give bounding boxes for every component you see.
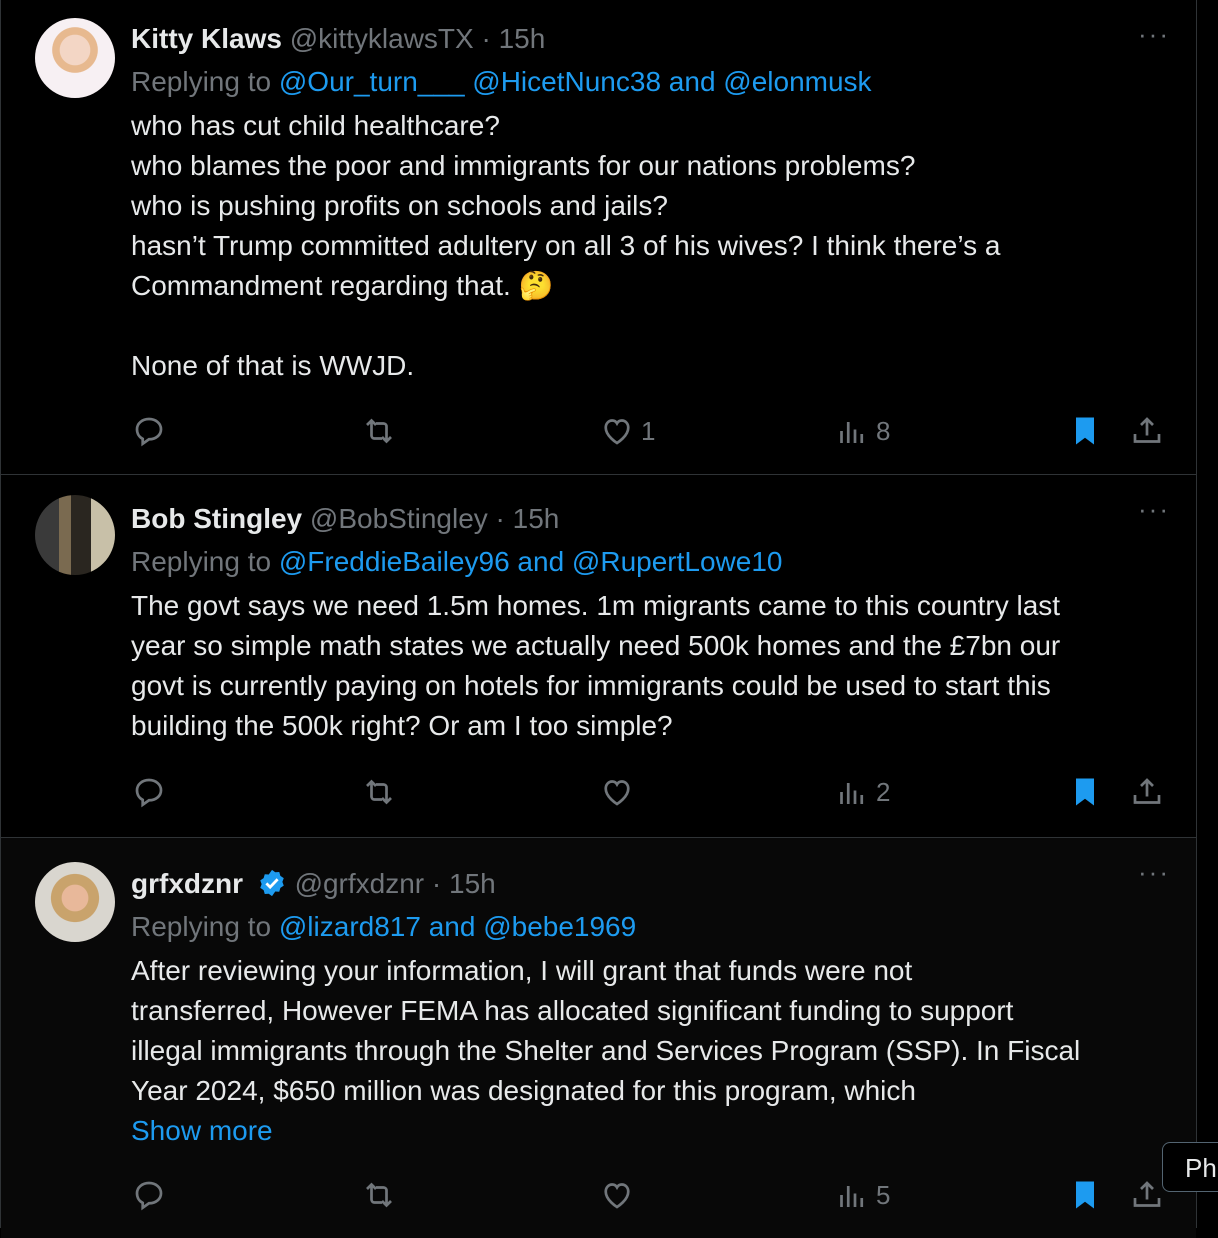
- tweet-text-line: Commandment regarding that. 🤔: [131, 270, 554, 301]
- like-button[interactable]: [599, 1175, 635, 1215]
- views-button[interactable]: 5: [834, 1175, 890, 1215]
- reply-button[interactable]: [131, 772, 167, 812]
- like-count: 1: [641, 415, 656, 446]
- like-button[interactable]: 1: [599, 411, 655, 451]
- retweet-button[interactable]: [361, 411, 397, 451]
- views-button[interactable]: 8: [834, 411, 890, 451]
- avatar[interactable]: [35, 18, 115, 98]
- tweet-body: Kitty Klaws @kittyklawsTX · 15h Replying…: [131, 20, 1158, 386]
- avatar[interactable]: [35, 862, 115, 942]
- share-icon: [1133, 417, 1161, 443]
- retweet-button[interactable]: [361, 1175, 397, 1215]
- replying-to-mentions[interactable]: @FreddieBailey96 and @RupertLowe10: [279, 546, 783, 577]
- retweet-icon: [366, 418, 392, 444]
- reply-icon: [135, 778, 163, 808]
- share-button[interactable]: [1129, 772, 1165, 812]
- bookmark-button[interactable]: [1067, 411, 1103, 451]
- views-count: 5: [876, 1179, 891, 1210]
- tweet-text-line: None of that is WWJD.: [131, 350, 415, 381]
- views-button[interactable]: 2: [834, 772, 890, 812]
- tweet-text-line: After reviewing your information, I will…: [131, 955, 913, 986]
- tweet-actions: 5: [131, 1175, 1166, 1215]
- tweet[interactable]: ··· Kitty Klaws @kittyklawsTX · 15h Repl…: [1, 0, 1196, 475]
- tweet-text-line: transferred, However FEMA has allocated …: [131, 995, 1014, 1026]
- bookmark-button[interactable]: [1067, 772, 1103, 812]
- user-handle[interactable]: @kittyklawsTX: [290, 23, 474, 54]
- tweet-text-line: year so simple math states we actually n…: [131, 630, 1061, 661]
- timeline-feed: ··· Kitty Klaws @kittyklawsTX · 15h Repl…: [0, 0, 1197, 1238]
- tweet-text-line: building the 500k right? Or am I too sim…: [131, 710, 673, 741]
- timestamp[interactable]: · 15h: [496, 503, 560, 534]
- share-icon: [1133, 778, 1161, 804]
- retweet-icon: [366, 1182, 392, 1208]
- tweet-actions: 1 8: [131, 411, 1166, 451]
- share-button[interactable]: [1129, 1175, 1165, 1215]
- tweet-header: Kitty Klaws @kittyklawsTX · 15h: [131, 20, 1158, 58]
- replying-to-label: Replying to: [131, 911, 272, 942]
- tweet-text-line: govt is currently paying on hotels for i…: [131, 670, 1051, 701]
- display-name[interactable]: Kitty Klaws: [131, 23, 282, 54]
- reply-button[interactable]: [131, 411, 167, 451]
- show-more-link[interactable]: Show more: [131, 1111, 1158, 1151]
- tweet-header: grfxdznr @grfxdznr · 15h: [131, 865, 1158, 903]
- bookmark-icon: [1076, 417, 1094, 445]
- replying-to-mentions[interactable]: @Our_turn___ @HicetNunc38 and @elonmusk: [279, 66, 872, 97]
- retweet-icon: [366, 779, 392, 805]
- replying-to: Replying to @Our_turn___ @HicetNunc38 an…: [131, 62, 1158, 102]
- tweet-text-blank-line: [131, 306, 1158, 346]
- tweet-text-line: who has cut child healthcare?: [131, 110, 500, 141]
- replying-to: Replying to @lizard817 and @bebe1969: [131, 907, 1158, 947]
- tweet-text: The govt says we need 1.5m homes. 1m mig…: [131, 586, 1158, 746]
- tweet[interactable]: ··· Bob Stingley @BobStingley · 15h Repl…: [1, 475, 1196, 838]
- heart-icon: [604, 1183, 630, 1209]
- replying-to-label: Replying to: [131, 66, 272, 97]
- user-handle[interactable]: @BobStingley: [310, 503, 488, 534]
- tweet-text: After reviewing your information, I will…: [131, 951, 1158, 1151]
- bookmark-button[interactable]: [1067, 1175, 1103, 1215]
- bookmark-icon: [1076, 778, 1094, 806]
- tweet-text-line: The govt says we need 1.5m homes. 1m mig…: [131, 590, 1061, 621]
- tweet-header: Bob Stingley @BobStingley · 15h: [131, 500, 1158, 538]
- tweet-text: who has cut child healthcare? who blames…: [131, 106, 1158, 386]
- display-name[interactable]: grfxdznr: [131, 868, 243, 899]
- verified-badge-icon: [260, 869, 284, 897]
- replying-to-mentions[interactable]: @lizard817 and @bebe1969: [279, 911, 636, 942]
- partial-tooltip: Ph: [1162, 1142, 1218, 1192]
- replying-to-label: Replying to: [131, 546, 272, 577]
- like-button[interactable]: [599, 772, 635, 812]
- views-icon: [840, 1186, 864, 1207]
- display-name[interactable]: Bob Stingley: [131, 503, 302, 534]
- tweet-text-line: who is pushing profits on schools and ja…: [131, 190, 668, 221]
- views-icon: [840, 422, 864, 443]
- user-handle[interactable]: @grfxdznr: [295, 868, 425, 899]
- timestamp[interactable]: · 15h: [482, 23, 546, 54]
- tweet-text-line: illegal immigrants through the Shelter a…: [131, 1035, 1081, 1066]
- tweet-text-line: Year 2024, $650 million was designated f…: [131, 1075, 916, 1106]
- tweet-text-line: hasn’t Trump committed adultery on all 3…: [131, 230, 1001, 261]
- views-count: 2: [876, 776, 891, 807]
- reply-button[interactable]: [131, 1175, 167, 1215]
- bookmark-icon: [1076, 1181, 1094, 1209]
- share-icon: [1133, 1181, 1161, 1207]
- retweet-button[interactable]: [361, 772, 397, 812]
- tweet-body: Bob Stingley @BobStingley · 15h Replying…: [131, 500, 1158, 746]
- avatar[interactable]: [35, 495, 115, 575]
- tweet-body: grfxdznr @grfxdznr · 15h Replying to @li…: [131, 865, 1158, 1151]
- replying-to: Replying to @FreddieBailey96 and @Rupert…: [131, 542, 1158, 582]
- tweet-text-line: who blames the poor and immigrants for o…: [131, 150, 916, 181]
- tweet[interactable]: ··· grfxdznr @grfxdznr · 15h Replying to…: [1, 838, 1196, 1238]
- share-button[interactable]: [1129, 411, 1165, 451]
- heart-icon: [604, 419, 630, 445]
- reply-icon: [135, 417, 163, 447]
- heart-icon: [604, 780, 630, 806]
- reply-icon: [135, 1181, 163, 1211]
- tweet-actions: 2: [131, 772, 1166, 812]
- timestamp[interactable]: · 15h: [432, 868, 496, 899]
- views-count: 8: [876, 415, 891, 446]
- views-icon: [840, 783, 864, 804]
